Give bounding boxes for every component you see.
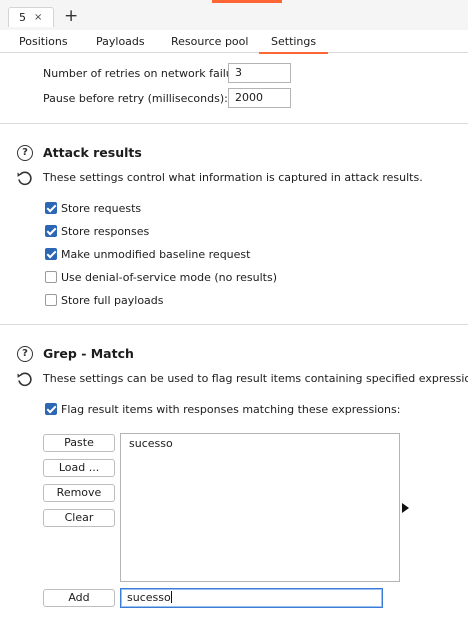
tab-payloads[interactable]: Payloads	[96, 35, 145, 48]
clear-button[interactable]: Clear	[43, 509, 115, 527]
store-responses-checkbox[interactable]	[45, 225, 57, 237]
section-title-attack-results: Attack results	[43, 145, 142, 160]
tab-positions[interactable]: Positions	[19, 35, 68, 48]
help-icon[interactable]: ?	[17, 346, 33, 362]
new-tab-icon[interactable]: +	[64, 6, 78, 26]
reset-icon[interactable]	[16, 170, 32, 186]
add-button[interactable]: Add	[43, 589, 115, 607]
settings-subtabs: Positions Payloads Resource pool Setting…	[0, 30, 468, 54]
pause-input[interactable]: 2000	[228, 88, 291, 108]
section-divider	[0, 324, 468, 325]
tab-resource-pool[interactable]: Resource pool	[171, 35, 248, 48]
close-icon[interactable]: ×	[34, 12, 42, 23]
add-expression-value: sucesso	[127, 591, 171, 604]
flag-results-checkbox[interactable]	[45, 403, 57, 415]
dos-mode-label: Use denial-of-service mode (no results)	[61, 271, 277, 284]
store-requests-checkbox[interactable]	[45, 202, 57, 214]
tab-5[interactable]: 5 ×	[8, 7, 54, 27]
store-full-payloads-label: Store full payloads	[61, 294, 164, 307]
help-icon[interactable]: ?	[17, 145, 33, 161]
flag-results-label: Flag result items with responses matchin…	[61, 403, 401, 416]
store-full-payloads-checkbox[interactable]	[45, 294, 57, 306]
attack-results-description: These settings control what information …	[43, 171, 423, 184]
tab-strip: 5 × +	[0, 0, 468, 30]
expression-list[interactable]: sucesso	[120, 433, 400, 582]
pause-label: Pause before retry (milliseconds):	[43, 92, 228, 105]
tab-settings[interactable]: Settings	[258, 35, 329, 54]
list-item[interactable]: sucesso	[129, 437, 173, 450]
store-responses-label: Store responses	[61, 225, 150, 238]
paste-button[interactable]: Paste	[43, 434, 115, 452]
retries-label: Number of retries on network failure:	[43, 67, 248, 80]
text-caret	[170, 591, 172, 603]
reset-icon[interactable]	[16, 371, 32, 387]
section-divider	[0, 123, 468, 124]
load-button[interactable]: Load ...	[43, 459, 115, 477]
active-tab-accent	[212, 0, 282, 3]
add-expression-input[interactable]: sucesso	[120, 588, 383, 608]
tab-label: 5	[19, 11, 26, 24]
dos-mode-checkbox[interactable]	[45, 271, 57, 283]
remove-button[interactable]: Remove	[43, 484, 115, 502]
expand-arrow-icon[interactable]	[402, 503, 409, 513]
retries-input[interactable]: 3	[228, 63, 291, 83]
store-requests-label: Store requests	[61, 202, 142, 215]
section-title-grep-match: Grep - Match	[43, 346, 134, 361]
grep-match-description: These settings can be used to flag resul…	[43, 372, 468, 385]
baseline-request-label: Make unmodified baseline request	[61, 248, 251, 261]
baseline-request-checkbox[interactable]	[45, 248, 57, 260]
